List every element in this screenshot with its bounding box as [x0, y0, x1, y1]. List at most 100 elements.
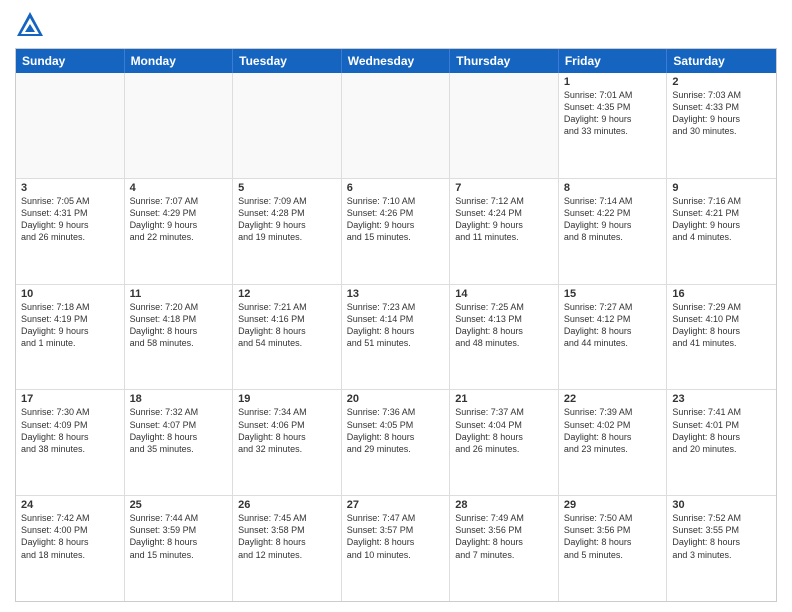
day-number: 9 — [672, 182, 771, 194]
day-info: Sunrise: 7:20 AM Sunset: 4:18 PM Dayligh… — [130, 301, 228, 350]
empty-cell — [233, 73, 342, 178]
day-info: Sunrise: 7:32 AM Sunset: 4:07 PM Dayligh… — [130, 406, 228, 455]
day-cell-15: 15Sunrise: 7:27 AM Sunset: 4:12 PM Dayli… — [559, 285, 668, 390]
day-cell-18: 18Sunrise: 7:32 AM Sunset: 4:07 PM Dayli… — [125, 390, 234, 495]
day-number: 19 — [238, 393, 336, 405]
empty-cell — [342, 73, 451, 178]
day-number: 5 — [238, 182, 336, 194]
day-cell-11: 11Sunrise: 7:20 AM Sunset: 4:18 PM Dayli… — [125, 285, 234, 390]
day-info: Sunrise: 7:25 AM Sunset: 4:13 PM Dayligh… — [455, 301, 553, 350]
empty-cell — [450, 73, 559, 178]
day-info: Sunrise: 7:41 AM Sunset: 4:01 PM Dayligh… — [672, 406, 771, 455]
day-info: Sunrise: 7:23 AM Sunset: 4:14 PM Dayligh… — [347, 301, 445, 350]
day-number: 1 — [564, 76, 662, 88]
day-number: 26 — [238, 499, 336, 511]
day-cell-30: 30Sunrise: 7:52 AM Sunset: 3:55 PM Dayli… — [667, 496, 776, 601]
day-cell-20: 20Sunrise: 7:36 AM Sunset: 4:05 PM Dayli… — [342, 390, 451, 495]
day-cell-27: 27Sunrise: 7:47 AM Sunset: 3:57 PM Dayli… — [342, 496, 451, 601]
day-info: Sunrise: 7:39 AM Sunset: 4:02 PM Dayligh… — [564, 406, 662, 455]
header-day-monday: Monday — [125, 49, 234, 73]
day-number: 13 — [347, 288, 445, 300]
day-number: 23 — [672, 393, 771, 405]
day-info: Sunrise: 7:18 AM Sunset: 4:19 PM Dayligh… — [21, 301, 119, 350]
header — [15, 10, 777, 40]
header-day-tuesday: Tuesday — [233, 49, 342, 73]
day-info: Sunrise: 7:29 AM Sunset: 4:10 PM Dayligh… — [672, 301, 771, 350]
day-number: 24 — [21, 499, 119, 511]
day-cell-1: 1Sunrise: 7:01 AM Sunset: 4:35 PM Daylig… — [559, 73, 668, 178]
day-info: Sunrise: 7:44 AM Sunset: 3:59 PM Dayligh… — [130, 512, 228, 561]
day-cell-10: 10Sunrise: 7:18 AM Sunset: 4:19 PM Dayli… — [16, 285, 125, 390]
day-cell-17: 17Sunrise: 7:30 AM Sunset: 4:09 PM Dayli… — [16, 390, 125, 495]
day-info: Sunrise: 7:45 AM Sunset: 3:58 PM Dayligh… — [238, 512, 336, 561]
day-number: 2 — [672, 76, 771, 88]
calendar: SundayMondayTuesdayWednesdayThursdayFrid… — [15, 48, 777, 602]
logo — [15, 10, 49, 40]
calendar-header: SundayMondayTuesdayWednesdayThursdayFrid… — [16, 49, 776, 73]
day-cell-25: 25Sunrise: 7:44 AM Sunset: 3:59 PM Dayli… — [125, 496, 234, 601]
page: SundayMondayTuesdayWednesdayThursdayFrid… — [0, 0, 792, 612]
header-day-friday: Friday — [559, 49, 668, 73]
day-number: 20 — [347, 393, 445, 405]
day-cell-23: 23Sunrise: 7:41 AM Sunset: 4:01 PM Dayli… — [667, 390, 776, 495]
header-day-sunday: Sunday — [16, 49, 125, 73]
day-info: Sunrise: 7:27 AM Sunset: 4:12 PM Dayligh… — [564, 301, 662, 350]
day-info: Sunrise: 7:42 AM Sunset: 4:00 PM Dayligh… — [21, 512, 119, 561]
day-number: 3 — [21, 182, 119, 194]
calendar-row-4: 17Sunrise: 7:30 AM Sunset: 4:09 PM Dayli… — [16, 390, 776, 496]
day-number: 16 — [672, 288, 771, 300]
day-number: 30 — [672, 499, 771, 511]
day-cell-16: 16Sunrise: 7:29 AM Sunset: 4:10 PM Dayli… — [667, 285, 776, 390]
header-day-wednesday: Wednesday — [342, 49, 451, 73]
day-number: 29 — [564, 499, 662, 511]
day-number: 14 — [455, 288, 553, 300]
logo-icon — [15, 10, 45, 40]
day-cell-19: 19Sunrise: 7:34 AM Sunset: 4:06 PM Dayli… — [233, 390, 342, 495]
day-info: Sunrise: 7:50 AM Sunset: 3:56 PM Dayligh… — [564, 512, 662, 561]
day-info: Sunrise: 7:03 AM Sunset: 4:33 PM Dayligh… — [672, 89, 771, 138]
day-cell-26: 26Sunrise: 7:45 AM Sunset: 3:58 PM Dayli… — [233, 496, 342, 601]
header-day-saturday: Saturday — [667, 49, 776, 73]
day-info: Sunrise: 7:36 AM Sunset: 4:05 PM Dayligh… — [347, 406, 445, 455]
day-info: Sunrise: 7:07 AM Sunset: 4:29 PM Dayligh… — [130, 195, 228, 244]
day-number: 12 — [238, 288, 336, 300]
day-cell-8: 8Sunrise: 7:14 AM Sunset: 4:22 PM Daylig… — [559, 179, 668, 284]
day-cell-3: 3Sunrise: 7:05 AM Sunset: 4:31 PM Daylig… — [16, 179, 125, 284]
day-cell-2: 2Sunrise: 7:03 AM Sunset: 4:33 PM Daylig… — [667, 73, 776, 178]
day-number: 7 — [455, 182, 553, 194]
day-cell-21: 21Sunrise: 7:37 AM Sunset: 4:04 PM Dayli… — [450, 390, 559, 495]
day-number: 4 — [130, 182, 228, 194]
day-cell-13: 13Sunrise: 7:23 AM Sunset: 4:14 PM Dayli… — [342, 285, 451, 390]
day-info: Sunrise: 7:49 AM Sunset: 3:56 PM Dayligh… — [455, 512, 553, 561]
day-number: 22 — [564, 393, 662, 405]
day-cell-29: 29Sunrise: 7:50 AM Sunset: 3:56 PM Dayli… — [559, 496, 668, 601]
day-info: Sunrise: 7:52 AM Sunset: 3:55 PM Dayligh… — [672, 512, 771, 561]
calendar-row-3: 10Sunrise: 7:18 AM Sunset: 4:19 PM Dayli… — [16, 285, 776, 391]
day-info: Sunrise: 7:12 AM Sunset: 4:24 PM Dayligh… — [455, 195, 553, 244]
day-number: 6 — [347, 182, 445, 194]
day-number: 8 — [564, 182, 662, 194]
day-cell-22: 22Sunrise: 7:39 AM Sunset: 4:02 PM Dayli… — [559, 390, 668, 495]
day-info: Sunrise: 7:30 AM Sunset: 4:09 PM Dayligh… — [21, 406, 119, 455]
day-number: 11 — [130, 288, 228, 300]
day-number: 15 — [564, 288, 662, 300]
day-cell-12: 12Sunrise: 7:21 AM Sunset: 4:16 PM Dayli… — [233, 285, 342, 390]
day-info: Sunrise: 7:34 AM Sunset: 4:06 PM Dayligh… — [238, 406, 336, 455]
day-number: 27 — [347, 499, 445, 511]
day-cell-14: 14Sunrise: 7:25 AM Sunset: 4:13 PM Dayli… — [450, 285, 559, 390]
day-cell-6: 6Sunrise: 7:10 AM Sunset: 4:26 PM Daylig… — [342, 179, 451, 284]
day-info: Sunrise: 7:16 AM Sunset: 4:21 PM Dayligh… — [672, 195, 771, 244]
day-info: Sunrise: 7:10 AM Sunset: 4:26 PM Dayligh… — [347, 195, 445, 244]
empty-cell — [125, 73, 234, 178]
calendar-row-1: 1Sunrise: 7:01 AM Sunset: 4:35 PM Daylig… — [16, 73, 776, 179]
day-info: Sunrise: 7:21 AM Sunset: 4:16 PM Dayligh… — [238, 301, 336, 350]
day-number: 25 — [130, 499, 228, 511]
day-info: Sunrise: 7:01 AM Sunset: 4:35 PM Dayligh… — [564, 89, 662, 138]
day-cell-9: 9Sunrise: 7:16 AM Sunset: 4:21 PM Daylig… — [667, 179, 776, 284]
empty-cell — [16, 73, 125, 178]
day-cell-7: 7Sunrise: 7:12 AM Sunset: 4:24 PM Daylig… — [450, 179, 559, 284]
day-cell-4: 4Sunrise: 7:07 AM Sunset: 4:29 PM Daylig… — [125, 179, 234, 284]
day-info: Sunrise: 7:09 AM Sunset: 4:28 PM Dayligh… — [238, 195, 336, 244]
day-info: Sunrise: 7:14 AM Sunset: 4:22 PM Dayligh… — [564, 195, 662, 244]
day-info: Sunrise: 7:47 AM Sunset: 3:57 PM Dayligh… — [347, 512, 445, 561]
